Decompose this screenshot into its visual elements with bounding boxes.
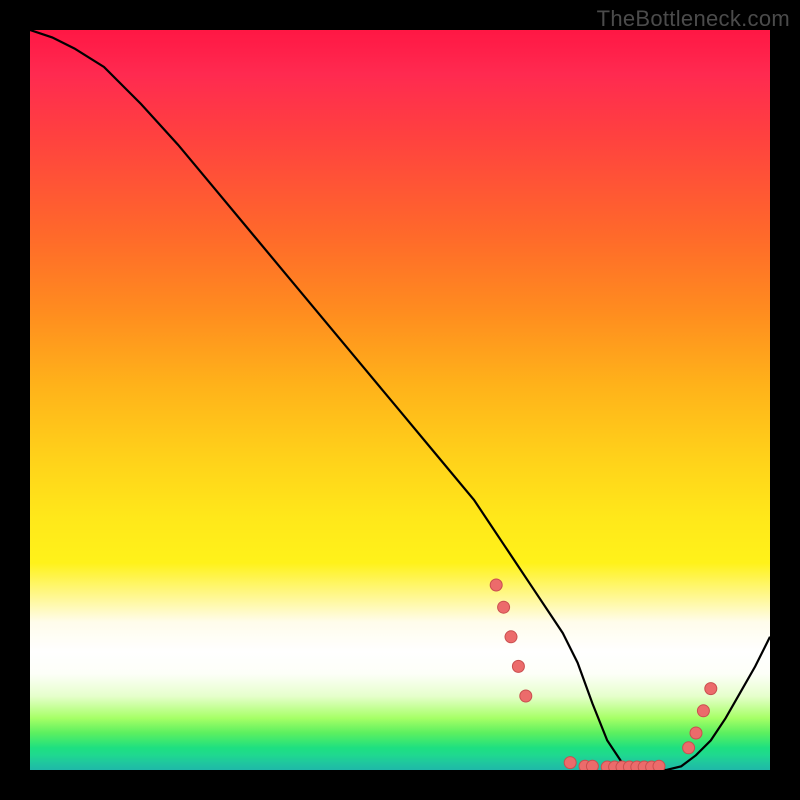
data-point-dot [498, 601, 510, 613]
data-point-dot [653, 760, 665, 770]
bottleneck-curve [30, 30, 770, 770]
data-point-dot [512, 660, 524, 672]
curve-path [30, 30, 770, 770]
data-point-dot [490, 579, 502, 591]
data-point-dot [705, 683, 717, 695]
data-point-dot [520, 690, 532, 702]
plot-area [30, 30, 770, 770]
data-point-dot [690, 727, 702, 739]
data-point-dot [586, 760, 598, 770]
chart-frame: TheBottleneck.com [0, 0, 800, 800]
watermark-label: TheBottleneck.com [597, 6, 790, 32]
scatter-dots [490, 579, 717, 770]
data-point-dot [697, 705, 709, 717]
data-point-dot [564, 757, 576, 769]
data-point-dot [505, 631, 517, 643]
data-point-dot [683, 742, 695, 754]
